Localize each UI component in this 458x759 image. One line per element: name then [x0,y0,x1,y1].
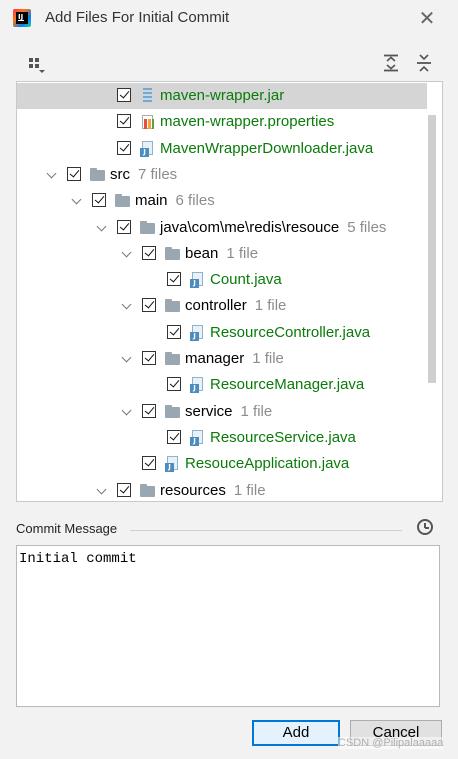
tree-row[interactable]: ResourceController.java [17,320,427,346]
jar-icon [140,88,156,104]
tree-item-label: ResourceController.java [210,323,371,341]
java-icon [165,456,181,473]
checkbox[interactable] [67,166,81,181]
title-bar: IJ Add Files For Initial Commit ✕ [0,0,458,36]
tree-item-label: ResourceService.java [210,428,356,446]
divider [130,530,402,531]
chevron-down-icon[interactable] [120,241,134,267]
file-count: 7 files [138,165,178,183]
checkbox[interactable] [117,219,131,234]
dialog-title: Add Files For Initial Commit [45,9,230,26]
tree-item-label: manager 1 file [185,350,284,367]
tree-item-label: java\com\me\redis\resouce 5 files [160,218,387,236]
checkbox[interactable] [117,140,131,155]
watermark: CSDN @Pilipalaaaaa [338,737,444,749]
checkbox[interactable] [117,114,131,129]
expand-all-icon[interactable] [381,53,401,73]
tree-row[interactable]: ResourceManager.java [17,372,427,398]
checkbox[interactable] [167,272,181,287]
file-tree[interactable]: maven-wrapper.jar maven-wrapper.propertie… [16,81,443,502]
java-icon [190,272,206,289]
tree-row[interactable]: maven-wrapper.properties [17,109,427,135]
tree-row[interactable]: ResourceService.java [17,425,427,451]
commit-message-field[interactable]: Initial commit [16,545,440,707]
clock-icon[interactable] [417,519,433,535]
tree-item-label: controller 1 file [185,297,287,315]
file-count: 1 file [240,402,273,420]
tree-row[interactable]: MavenWrapperDownloader.java [17,136,427,162]
file-count: 6 files [175,192,215,210]
tree-item-label: Count.java [210,271,282,289]
tree-scrollbar[interactable] [428,115,436,383]
tree-row[interactable]: main 6 files [17,188,427,214]
checkbox[interactable] [142,245,156,260]
chevron-down-icon[interactable] [120,293,134,319]
checkbox[interactable] [167,324,181,339]
collapse-all-icon[interactable] [414,53,434,73]
chevron-down-icon[interactable] [45,162,59,188]
checkbox[interactable] [117,482,131,497]
tree-row[interactable]: maven-wrapper.jar [17,83,427,109]
tree-item-label: main 6 files [135,192,215,210]
chevron-down-icon[interactable] [120,399,134,425]
tree-item-label: resources 1 file [160,481,266,499]
folder-icon [140,220,156,236]
java-icon [140,140,156,157]
folder-icon [165,298,181,314]
add-button[interactable]: Add [252,720,340,746]
folder-icon [165,351,181,367]
tree-row[interactable]: controller 1 file [17,293,427,319]
tree-row[interactable]: src 7 files [17,162,427,188]
file-count: 1 file [252,350,284,367]
group-by-icon[interactable] [27,55,47,75]
tree-item-label: maven-wrapper.jar [160,87,285,104]
checkbox[interactable] [142,456,156,471]
chevron-down-icon[interactable] [95,215,109,241]
tree-row[interactable]: ResouceApplication.java [17,451,427,477]
tree-row[interactable]: manager 1 file [17,346,427,372]
file-count: 1 file [233,481,266,499]
tree-row[interactable]: bean 1 file [17,241,427,267]
tree-item-label: src 7 files [110,165,178,183]
tree-item-label: service 1 file [185,402,273,420]
tree-item-label: maven-wrapper.properties [160,113,335,131]
file-count: 1 file [254,297,287,315]
tree-item-label: ResourceManager.java [210,376,365,394]
commit-message-label: Commit Message [16,521,118,536]
tree-item-label: ResouceApplication.java [185,455,350,473]
file-count: 1 file [226,244,259,262]
tree-row[interactable]: java\com\me\redis\resouce 5 files [17,215,427,241]
tree-item-label: MavenWrapperDownloader.java [160,139,374,157]
file-count: 5 files [347,218,387,236]
java-icon [190,324,206,341]
properties-icon [140,114,156,130]
chevron-down-icon[interactable] [70,188,84,214]
checkbox[interactable] [167,377,181,392]
tree-item-label: bean 1 file [185,244,259,262]
checkbox[interactable] [92,193,106,208]
checkbox[interactable] [117,88,131,102]
folder-icon [115,193,131,209]
folder-icon [140,483,156,499]
close-button[interactable]: ✕ [416,7,438,29]
chevron-down-icon[interactable] [95,478,109,502]
java-icon [190,429,206,446]
folder-icon [165,404,181,420]
tree-row[interactable]: Count.java [17,267,427,293]
chevron-down-icon[interactable] [120,346,134,372]
checkbox[interactable] [142,403,156,418]
folder-icon [165,246,181,262]
checkbox[interactable] [142,298,156,313]
intellij-app-icon: IJ [13,9,31,27]
tree-row[interactable]: resources 1 file [17,478,427,502]
java-icon [190,377,206,394]
tree-row[interactable]: service 1 file [17,399,427,425]
folder-icon [90,167,106,183]
checkbox[interactable] [142,351,156,365]
checkbox[interactable] [167,429,181,444]
